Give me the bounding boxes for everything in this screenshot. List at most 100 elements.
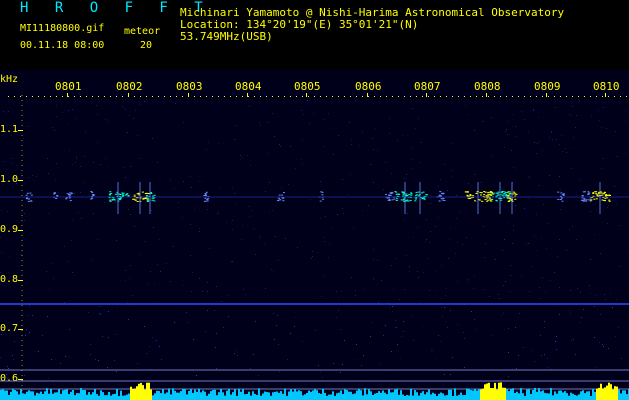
- floor-bar: [334, 395, 336, 400]
- floor-bar: [412, 395, 414, 400]
- noise-dot: [250, 165, 251, 166]
- noise-dot: [403, 321, 404, 322]
- floor-bar: [240, 391, 242, 400]
- echo-dot: [141, 191, 144, 193]
- noise-dot: [560, 209, 561, 210]
- noise-dot: [88, 312, 89, 313]
- floor-bar: [158, 391, 160, 400]
- noise-dot: [150, 271, 151, 272]
- noise-dot: [152, 337, 153, 338]
- noise-dot: [47, 158, 48, 159]
- echo-dot: [467, 191, 469, 193]
- floor-bar: [200, 392, 202, 400]
- noise-dot: [95, 359, 96, 360]
- floor-bar: [620, 393, 622, 400]
- noise-dot: [274, 339, 275, 340]
- noise-dot: [232, 188, 233, 189]
- echo-dot: [440, 197, 443, 199]
- noise-dot: [501, 315, 502, 316]
- floor-bar: [74, 395, 76, 400]
- floor-bar: [20, 389, 22, 400]
- noise-dot: [515, 205, 516, 206]
- noise-dot: [392, 306, 393, 307]
- noise-dot: [418, 277, 419, 278]
- noise-dot: [336, 317, 337, 318]
- noise-dot: [608, 348, 609, 349]
- noise-dot: [396, 258, 397, 259]
- echo-dot: [490, 200, 493, 202]
- floor-bar: [602, 388, 604, 400]
- noise-dot: [137, 363, 138, 364]
- floor-bar: [454, 388, 456, 400]
- time-axis-dot: [38, 96, 39, 97]
- floor-bar: [256, 395, 258, 400]
- floor-bar: [90, 394, 92, 400]
- floor-bar: [336, 393, 338, 400]
- echo-dot: [90, 191, 93, 192]
- echo-dot: [604, 200, 606, 202]
- noise-dot: [150, 369, 151, 370]
- floor-bar: [8, 394, 10, 400]
- floor-bar: [214, 389, 216, 400]
- noise-dot: [355, 290, 356, 291]
- floor-bar: [528, 388, 530, 400]
- floor-bar: [86, 394, 88, 400]
- time-axis-dot: [542, 96, 543, 97]
- noise-dot: [452, 143, 453, 144]
- floor-bar: [618, 389, 620, 400]
- noise-dot: [129, 278, 130, 279]
- noise-dot: [126, 109, 127, 110]
- noise-dot: [191, 291, 192, 292]
- noise-dot: [190, 176, 191, 177]
- noise-dot: [603, 346, 604, 347]
- noise-dot: [580, 322, 581, 323]
- echo-dot: [153, 200, 156, 202]
- noise-dot: [56, 105, 57, 106]
- echo-dot: [91, 197, 94, 199]
- floor-bar: [134, 388, 136, 400]
- noise-dot: [7, 211, 8, 212]
- noise-dot: [440, 179, 441, 180]
- noise-dot: [523, 347, 524, 348]
- noise-dot: [467, 114, 468, 115]
- noise-dot: [196, 375, 197, 376]
- echo-dot: [508, 197, 511, 199]
- echo-dot: [469, 195, 472, 196]
- noise-dot: [474, 319, 475, 320]
- noise-dot: [599, 342, 600, 343]
- floor-bar: [98, 395, 100, 400]
- noise-dot: [249, 106, 250, 107]
- echo-dot: [134, 199, 137, 201]
- noise-dot: [393, 289, 394, 290]
- time-axis-dot: [482, 96, 483, 97]
- noise-dot: [539, 287, 540, 288]
- echo-dot: [485, 195, 488, 197]
- noise-dot: [544, 327, 545, 328]
- floor-bar: [94, 389, 96, 400]
- time-axis-dot: [320, 96, 321, 97]
- noise-dot: [140, 254, 141, 255]
- noise-dot: [134, 226, 135, 227]
- noise-dot: [616, 299, 617, 300]
- noise-dot: [495, 259, 496, 260]
- echo-dot: [406, 194, 409, 196]
- noise-dot: [409, 266, 410, 267]
- floor-bar: [340, 390, 342, 400]
- floor-bar: [516, 391, 518, 400]
- echo-dot: [475, 193, 478, 194]
- floor-bar: [54, 392, 56, 400]
- noise-dot: [312, 256, 313, 257]
- noise-dot: [28, 177, 29, 178]
- noise-dot: [6, 169, 7, 170]
- floor-bar: [626, 394, 628, 400]
- noise-dot: [48, 173, 49, 174]
- noise-dot: [202, 291, 203, 292]
- noise-dot: [498, 294, 499, 295]
- noise-dot: [25, 335, 26, 336]
- noise-dot: [320, 371, 321, 372]
- noise-dot: [24, 220, 25, 221]
- noise-dot: [245, 294, 246, 295]
- floor-bar: [474, 388, 476, 400]
- noise-dot: [411, 147, 412, 148]
- echo-dot: [441, 199, 444, 201]
